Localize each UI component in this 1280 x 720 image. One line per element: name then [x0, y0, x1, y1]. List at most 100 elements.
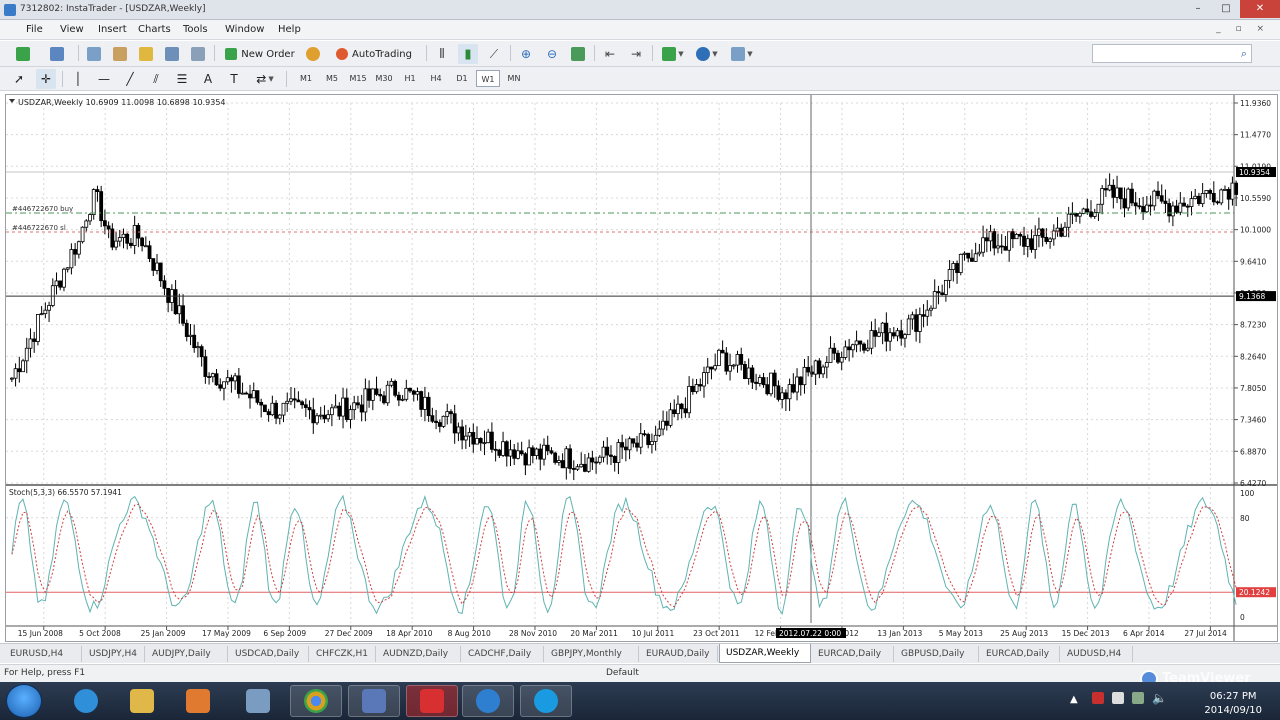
- channel-button[interactable]: ⫽: [146, 69, 166, 89]
- search-input[interactable]: ⌕: [1092, 44, 1252, 63]
- mdi-controls[interactable]: _ ▫ ×: [1216, 24, 1270, 34]
- horizontal-line-button[interactable]: —: [94, 69, 114, 89]
- new-chart-button[interactable]: [8, 44, 38, 64]
- line-chart-button[interactable]: ⟋: [484, 44, 504, 64]
- fibonacci-button[interactable]: ☰: [172, 69, 192, 89]
- menu-insert[interactable]: Insert: [98, 24, 127, 35]
- crosshair-button[interactable]: ✛: [36, 69, 56, 89]
- candle-body: [914, 314, 919, 332]
- new-order-button[interactable]: New Order: [220, 44, 300, 64]
- timeframe-m15[interactable]: M15: [346, 70, 370, 87]
- tab-audusd-h4[interactable]: AUDUSD,H4: [1061, 646, 1133, 662]
- taskbar-app[interactable]: [348, 685, 400, 717]
- chart-shift-button[interactable]: ⇤: [600, 44, 620, 64]
- stoch-tick-label: 80: [1240, 514, 1250, 523]
- candle-body: [549, 450, 554, 454]
- expert-button[interactable]: [304, 44, 322, 64]
- grid-icon: [571, 47, 585, 61]
- chart-canvas[interactable]: #446722670 buy #446722670 sl 11.9360 11.477…: [6, 95, 1277, 641]
- auto-scroll-button[interactable]: ⇥: [626, 44, 646, 64]
- navigator-button[interactable]: [136, 44, 156, 64]
- timeframe-w1[interactable]: W1: [476, 70, 500, 87]
- timeframe-m30[interactable]: M30: [372, 70, 396, 87]
- candle-body: [229, 377, 234, 382]
- tray-app-icon[interactable]: [1092, 692, 1104, 704]
- bar-chart-button[interactable]: ⫴: [432, 44, 452, 64]
- terminal-icon: [165, 47, 179, 61]
- tab-eurusd-h4[interactable]: EURUSD,H4: [4, 646, 82, 662]
- indicators-button[interactable]: ▼: [658, 44, 688, 64]
- candle-body: [1185, 205, 1190, 208]
- chart-window[interactable]: #446722670 buy #446722670 sl 11.9360 11.477…: [5, 94, 1278, 642]
- taskbar-instatrader[interactable]: [406, 685, 458, 717]
- market-watch-button[interactable]: [84, 44, 104, 64]
- tab-audjpy-daily[interactable]: AUDJPY,Daily: [146, 646, 228, 662]
- tab-euraud-daily[interactable]: EURAUD,Daily: [640, 646, 718, 662]
- tab-gbpjpy-monthly[interactable]: GBPJPY,Monthly: [545, 646, 639, 662]
- menu-charts[interactable]: Charts: [138, 24, 171, 35]
- timeframe-m1[interactable]: M1: [294, 70, 318, 87]
- tab-usdcad-daily[interactable]: USDCAD,Daily: [229, 646, 309, 662]
- data-window-button[interactable]: [110, 44, 130, 64]
- taskbar-ie[interactable]: [60, 685, 112, 717]
- autotrading-button[interactable]: AutoTrading: [328, 44, 420, 64]
- label-button[interactable]: T: [224, 69, 244, 89]
- tab-chfczk-h1[interactable]: CHFCZK,H1: [310, 646, 376, 662]
- tab-eurcad-daily[interactable]: EURCAD,Daily: [812, 646, 894, 662]
- volume-icon[interactable]: 🔈: [1152, 691, 1167, 705]
- start-button[interactable]: [6, 684, 42, 718]
- shapes-button[interactable]: ⇄ ▼: [250, 69, 280, 89]
- timeframe-mn[interactable]: MN: [502, 70, 526, 87]
- close-button[interactable]: ✕: [1240, 0, 1280, 18]
- tab-usdjpy-h4[interactable]: USDJPY,H4: [83, 646, 145, 662]
- tab-usdzar-weekly[interactable]: USDZAR,Weekly: [719, 644, 811, 663]
- taskbar-skype[interactable]: [520, 685, 572, 717]
- vertical-line-button[interactable]: │: [68, 69, 88, 89]
- text-button[interactable]: A: [198, 69, 218, 89]
- tab-audnzd-daily[interactable]: AUDNZD,Daily: [377, 646, 461, 662]
- tab-gbpusd-daily[interactable]: GBPUSD,Daily: [895, 646, 979, 662]
- candle-body: [817, 360, 822, 375]
- tab-cadchf-daily[interactable]: CADCHF,Daily: [462, 646, 544, 662]
- candle-body: [1219, 189, 1224, 204]
- timeframe-h1[interactable]: H1: [398, 70, 422, 87]
- tray-arrow-icon[interactable]: ▲: [1070, 694, 1078, 705]
- menu-view[interactable]: View: [60, 24, 84, 35]
- zoom-in-button[interactable]: ⊕: [516, 44, 536, 64]
- templates-button[interactable]: ▼: [726, 44, 758, 64]
- candlestick-button[interactable]: ▮: [458, 44, 478, 64]
- candle-body: [787, 384, 792, 400]
- zoom-out-button[interactable]: ⊖: [542, 44, 562, 64]
- candle-body: [1182, 202, 1186, 207]
- clock[interactable]: 06:27 PM 2014/09/10: [1204, 690, 1262, 718]
- cursor-button[interactable]: ➚: [10, 69, 28, 89]
- profiles-button[interactable]: [42, 44, 72, 64]
- date-tick-label: 25 Jan 2009: [141, 629, 186, 638]
- tester-button[interactable]: [188, 44, 208, 64]
- timeframe-m5[interactable]: M5: [320, 70, 344, 87]
- taskbar-teamviewer[interactable]: [462, 685, 514, 717]
- maximize-button[interactable]: □: [1212, 0, 1240, 18]
- menu-window[interactable]: Window: [225, 24, 264, 35]
- tab-eurcad-daily[interactable]: EURCAD,Daily: [980, 646, 1060, 662]
- candle-body: [564, 448, 569, 469]
- tile-windows-button[interactable]: [568, 44, 588, 64]
- timeframe-h4[interactable]: H4: [424, 70, 448, 87]
- menu-help[interactable]: Help: [278, 24, 301, 35]
- date-tick-label: 17 May 2009: [202, 629, 251, 638]
- tray-device-icon[interactable]: [1112, 692, 1124, 704]
- timeframe-d1[interactable]: D1: [450, 70, 474, 87]
- minimize-button[interactable]: –: [1184, 0, 1212, 18]
- expert-icon: [306, 47, 320, 61]
- menu-tools[interactable]: Tools: [183, 24, 208, 35]
- taskbar-network[interactable]: [232, 685, 284, 717]
- taskbar-chrome[interactable]: [290, 685, 342, 717]
- trendline-button[interactable]: ╱: [120, 69, 140, 89]
- network-status-icon[interactable]: [1132, 692, 1144, 704]
- periods-button[interactable]: ▼: [692, 44, 722, 64]
- terminal-button[interactable]: [162, 44, 182, 64]
- taskbar-media[interactable]: [172, 685, 224, 717]
- menu-file[interactable]: File: [26, 24, 43, 35]
- taskbar-explorer[interactable]: [116, 685, 168, 717]
- candle-body: [344, 397, 349, 420]
